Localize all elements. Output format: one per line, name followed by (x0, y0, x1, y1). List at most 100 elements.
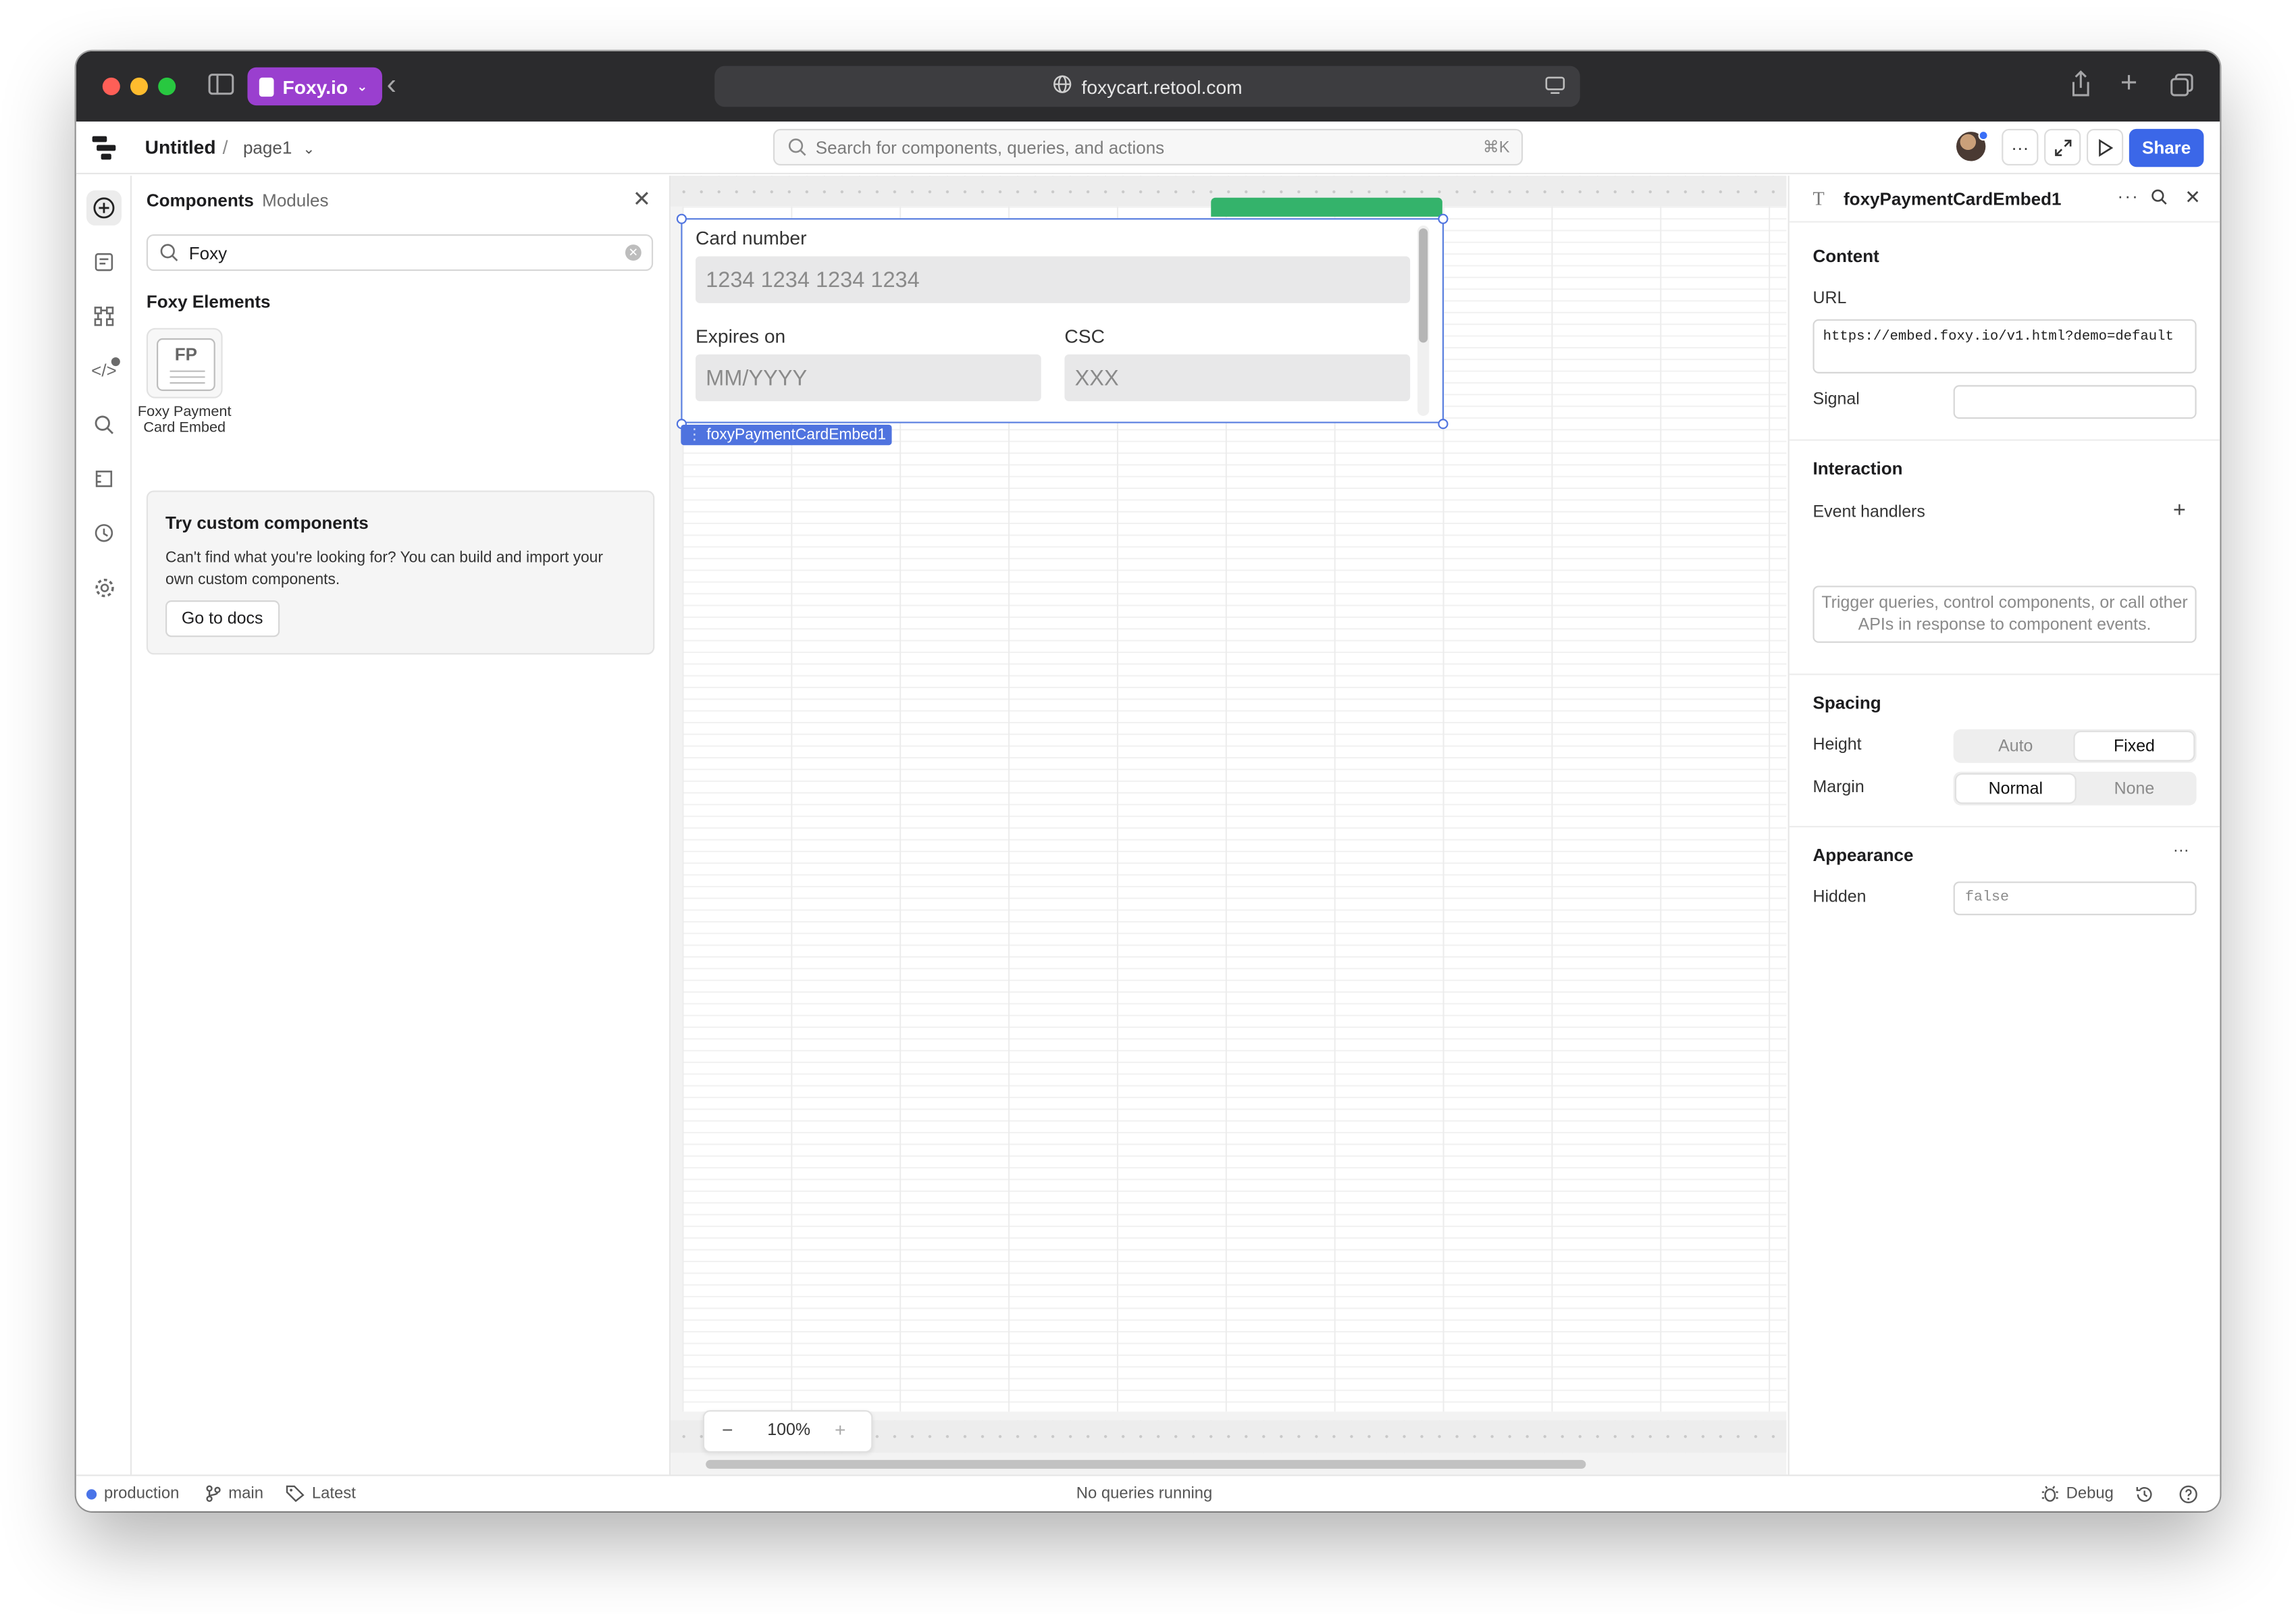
clear-search-icon[interactable]: ✕ (625, 244, 642, 261)
help-icon[interactable] (2179, 1485, 2198, 1504)
canvas-horizontal-scrollbar[interactable] (706, 1459, 1586, 1469)
preview-button[interactable] (2086, 128, 2124, 166)
widget-scrollbar[interactable] (1417, 225, 1430, 416)
address-text: foxycart.retool.com (1081, 75, 1243, 98)
add-event-handler-icon[interactable]: + (2173, 498, 2186, 523)
browser-titlebar: Foxy.io ⌄ ‹ foxycart.retool.com + (76, 51, 2220, 122)
csc-label: CSC (1064, 325, 1105, 347)
go-to-docs-button[interactable]: Go to docs (165, 600, 280, 637)
retool-logo-icon[interactable] (92, 136, 116, 160)
back-icon[interactable]: ‹ (386, 69, 396, 103)
inspector-title[interactable]: foxyPaymentCardEmbed1 (1844, 189, 2061, 209)
zoom-in-button[interactable]: + (835, 1419, 845, 1441)
height-fixed-option[interactable]: Fixed (2075, 732, 2194, 760)
tab-overview-icon[interactable] (2170, 73, 2194, 102)
search-icon (788, 138, 807, 161)
appearance-more-icon[interactable]: ··· (2173, 842, 2189, 860)
search-placeholder: Search for components, queries, and acti… (815, 136, 1165, 158)
sidebar-toggle-icon[interactable] (208, 73, 234, 101)
tab-modules[interactable]: Modules (262, 190, 328, 211)
release-selector[interactable]: Latest (286, 1485, 356, 1503)
page-selector[interactable]: page1 ⌄ (243, 138, 315, 158)
app-title[interactable]: Untitled (145, 136, 216, 159)
chevron-down-icon: ⌄ (357, 78, 368, 93)
close-icon[interactable]: ✕ (2185, 186, 2201, 209)
height-auto-option[interactable]: Auto (1956, 732, 2075, 760)
share-sheet-icon[interactable] (2070, 70, 2091, 103)
foxy-payment-card-embed[interactable]: Card number 1234 1234 1234 1234 Expires … (681, 218, 1444, 423)
state-icon[interactable] (86, 461, 122, 496)
more-icon: ··· (2011, 136, 2029, 158)
maximize-window-button[interactable] (158, 77, 176, 95)
expires-on-field[interactable]: MM/YYYY (695, 354, 1041, 402)
workspace-logo-icon (259, 76, 274, 97)
search-icon (159, 243, 178, 267)
margin-none-option[interactable]: None (2075, 775, 2194, 802)
component-thumbnail-icon: FP (157, 338, 215, 391)
component-search-value: Foxy (188, 242, 228, 263)
address-bar[interactable]: foxycart.retool.com (714, 66, 1580, 107)
presence-dot (1978, 130, 1989, 141)
gear-icon[interactable] (86, 570, 122, 605)
more-options-icon[interactable]: ··· (2118, 186, 2140, 206)
margin-normal-option[interactable]: Normal (1956, 775, 2075, 803)
card-number-label: Card number (695, 227, 807, 249)
zoom-level[interactable]: 100% (767, 1422, 810, 1440)
global-search-input[interactable]: Search for components, queries, and acti… (773, 128, 1523, 166)
add-component-icon[interactable] (86, 190, 122, 226)
foxy-payment-card-embed-tile[interactable]: FP (146, 328, 223, 398)
reader-icon[interactable] (1545, 76, 1565, 100)
custom-card-text: Can't find what you're looking for? You … (165, 549, 603, 589)
custom-components-card: Try custom components Can't find what yo… (146, 490, 655, 655)
url-field[interactable]: https://embed.foxy.io/v1.html?demo=defau… (1812, 319, 2197, 373)
search-icon[interactable] (2151, 188, 2167, 210)
environment-selector[interactable]: production (86, 1485, 179, 1503)
code-status-dot (111, 357, 120, 367)
resize-handle[interactable] (1438, 419, 1449, 429)
history-icon[interactable] (2135, 1485, 2154, 1504)
browser-window: Foxy.io ⌄ ‹ foxycart.retool.com + Untitl (76, 51, 2220, 1511)
appearance-section-title: Appearance (1812, 845, 1914, 866)
status-bar: production main Latest No queries runnin… (76, 1474, 2220, 1511)
resize-handle[interactable] (1438, 213, 1449, 224)
component-name-tag[interactable]: ⋮ foxyPaymentCardEmbed1 (681, 424, 892, 446)
hidden-label: Hidden (1812, 889, 1867, 907)
release-label: Latest (311, 1484, 356, 1503)
more-button[interactable]: ··· (2002, 128, 2039, 166)
search-icon[interactable] (86, 407, 122, 442)
canvas[interactable]: Card number 1234 1234 1234 1234 Expires … (671, 176, 1787, 1475)
page-name: page1 (242, 137, 292, 159)
event-handlers-empty[interactable]: Trigger queries, control components, or … (1812, 585, 2197, 643)
fullscreen-button[interactable] (2044, 128, 2081, 166)
zoom-out-button[interactable]: − (722, 1419, 733, 1441)
resize-handle[interactable] (676, 213, 687, 224)
app-header: Untitled / page1 ⌄ Search for components… (76, 121, 2220, 175)
component-tag-text: foxyPaymentCardEmbed1 (706, 426, 887, 444)
component-tile-label: Foxy Payment Card Embed (137, 404, 232, 437)
close-window-button[interactable] (102, 77, 120, 95)
expires-on-label: Expires on (695, 325, 786, 347)
share-button[interactable]: Share (2129, 128, 2204, 167)
branch-selector[interactable]: main (205, 1485, 263, 1503)
signal-field[interactable] (1953, 385, 2197, 419)
csc-field[interactable]: XXX (1064, 354, 1411, 402)
close-icon[interactable]: ✕ (633, 186, 651, 213)
queries-status: No queries running (1076, 1484, 1213, 1503)
debug-button[interactable]: Debug (2041, 1485, 2114, 1503)
spacing-section-title: Spacing (1812, 692, 1881, 714)
expand-icon (2054, 138, 2071, 156)
history-icon[interactable] (86, 515, 122, 550)
minimize-window-button[interactable] (130, 77, 149, 95)
new-tab-icon[interactable]: + (2120, 68, 2137, 101)
url-label: URL (1812, 290, 1847, 308)
height-label: Height (1812, 736, 1862, 754)
zoom-control: − 100% + (702, 1410, 873, 1453)
component-tree-icon[interactable] (86, 244, 122, 280)
tab-components[interactable]: Components (147, 190, 254, 211)
workspace-switcher[interactable]: Foxy.io ⌄ (247, 67, 383, 106)
chevron-down-icon: ⌄ (303, 142, 315, 159)
workflow-icon[interactable] (86, 298, 122, 334)
component-search-input[interactable]: Foxy ✕ (146, 234, 654, 271)
hidden-field[interactable]: false (1953, 881, 2197, 916)
card-number-field[interactable]: 1234 1234 1234 1234 (695, 256, 1411, 303)
